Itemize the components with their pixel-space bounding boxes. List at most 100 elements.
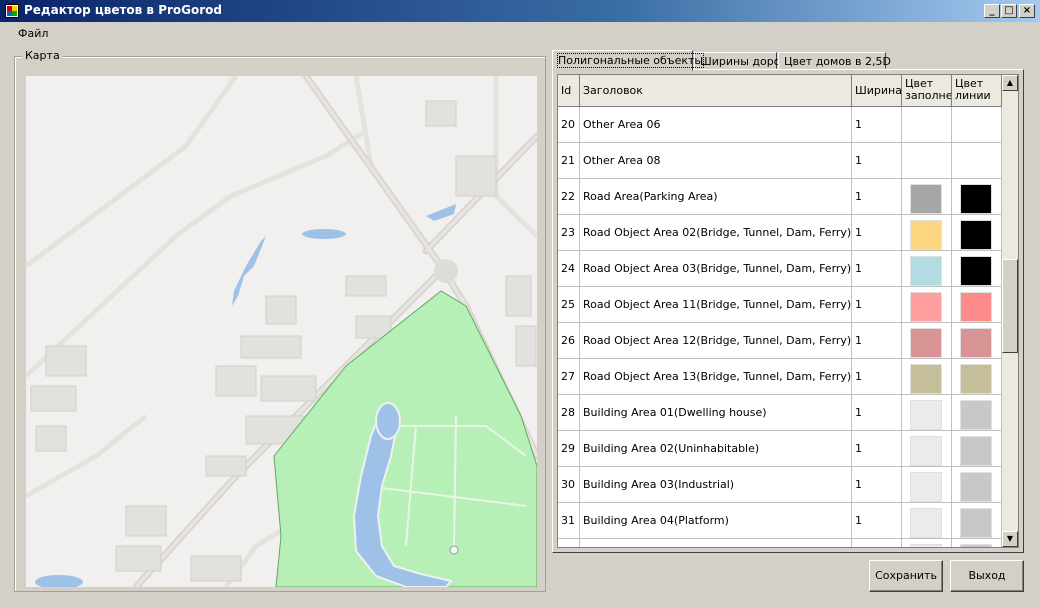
cell-title[interactable]: Road Object Area 11(Bridge, Tunnel, Dam,… xyxy=(580,287,852,323)
line-color-swatch[interactable] xyxy=(960,328,992,358)
table-row[interactable] xyxy=(558,539,1002,547)
scroll-down-icon[interactable]: ▼ xyxy=(1002,531,1018,547)
line-color-swatch[interactable] xyxy=(960,184,992,214)
table-row[interactable]: 21 Other Area 08 1 xyxy=(558,143,1002,179)
tab-house-colors-25d[interactable]: Цвет домов в 2,5D xyxy=(778,52,891,69)
table-row[interactable]: 24 Road Object Area 03(Bridge, Tunnel, Da… xyxy=(558,251,1002,287)
header-id[interactable]: Id xyxy=(558,75,580,107)
cell-width[interactable]: 1 xyxy=(852,107,902,143)
cell-width[interactable] xyxy=(852,539,902,547)
line-color-swatch[interactable] xyxy=(960,292,992,322)
cell-width[interactable]: 1 xyxy=(852,251,902,287)
map-view[interactable] xyxy=(26,76,537,587)
table-row[interactable]: 23 Road Object Area 02(Bridge, Tunnel, Da… xyxy=(558,215,1002,251)
scroll-up-icon[interactable]: ▲ xyxy=(1002,75,1018,91)
cell-title[interactable]: Road Object Area 13(Bridge, Tunnel, Dam,… xyxy=(580,359,852,395)
tab-road-widths[interactable]: Ширины дорог xyxy=(694,52,786,69)
cell-id[interactable]: 23 xyxy=(558,215,580,251)
cell-fill-color[interactable] xyxy=(902,107,952,143)
cell-title[interactable]: Building Area 03(Industrial) xyxy=(580,467,852,503)
cell-id[interactable]: 28 xyxy=(558,395,580,431)
cell-fill-color[interactable] xyxy=(902,323,952,359)
fill-color-swatch[interactable] xyxy=(910,256,942,286)
fill-color-swatch[interactable] xyxy=(910,220,942,250)
table-row[interactable]: 25 Road Object Area 11(Bridge, Tunnel, Da… xyxy=(558,287,1002,323)
table-row[interactable]: 22 Road Area(Parking Area) 1 xyxy=(558,179,1002,215)
cell-title[interactable]: Other Area 06 xyxy=(580,107,852,143)
cell-id[interactable]: 25 xyxy=(558,287,580,323)
cell-width[interactable]: 1 xyxy=(852,287,902,323)
cell-id[interactable] xyxy=(558,539,580,547)
cell-title[interactable]: Road Object Area 03(Bridge, Tunnel, Dam,… xyxy=(580,251,852,287)
cell-fill-color[interactable] xyxy=(902,539,952,547)
cell-id[interactable]: 26 xyxy=(558,323,580,359)
cell-line-color[interactable] xyxy=(952,215,1002,251)
table-row[interactable]: 29 Building Area 02(Uninhabitable) 1 xyxy=(558,431,1002,467)
fill-color-swatch[interactable] xyxy=(910,508,942,538)
cell-line-color[interactable] xyxy=(952,431,1002,467)
minimize-button[interactable]: _ xyxy=(984,4,1000,18)
table-row[interactable]: 20 Other Area 06 1 xyxy=(558,107,1002,143)
tab-polygon-objects[interactable]: Полигональные объекты xyxy=(552,50,705,71)
cell-id[interactable]: 21 xyxy=(558,143,580,179)
cell-title[interactable] xyxy=(580,539,852,547)
fill-color-swatch[interactable] xyxy=(910,184,942,214)
header-line-color[interactable]: Цвет линии xyxy=(952,75,1002,107)
cell-title[interactable]: Other Area 08 xyxy=(580,143,852,179)
cell-fill-color[interactable] xyxy=(902,143,952,179)
cell-line-color[interactable] xyxy=(952,323,1002,359)
maximize-button[interactable]: □ xyxy=(1001,4,1017,18)
exit-button[interactable]: Выход xyxy=(950,560,1024,592)
line-color-swatch[interactable] xyxy=(960,400,992,430)
cell-id[interactable]: 30 xyxy=(558,467,580,503)
menu-file[interactable]: Файл xyxy=(18,27,48,40)
cell-line-color[interactable] xyxy=(952,395,1002,431)
header-fill-color[interactable]: Цвет заполне xyxy=(902,75,952,107)
cell-fill-color[interactable] xyxy=(902,179,952,215)
close-button[interactable]: × xyxy=(1019,4,1035,18)
fill-color-swatch[interactable] xyxy=(910,292,942,322)
header-width[interactable]: Ширина xyxy=(852,75,902,107)
line-color-swatch[interactable] xyxy=(960,436,992,466)
cell-title[interactable]: Road Object Area 12(Bridge, Tunnel, Dam,… xyxy=(580,323,852,359)
vertical-scrollbar[interactable]: ▲ ▼ xyxy=(1002,75,1018,547)
table-row[interactable]: 31 Building Area 04(Platform) 1 xyxy=(558,503,1002,539)
polygon-grid[interactable]: Id Заголовок Ширина Цвет заполне Цвет ли… xyxy=(557,74,1019,548)
cell-line-color[interactable] xyxy=(952,539,1002,547)
fill-color-swatch[interactable] xyxy=(910,544,942,547)
cell-fill-color[interactable] xyxy=(902,395,952,431)
cell-id[interactable]: 31 xyxy=(558,503,580,539)
cell-title[interactable]: Road Object Area 02(Bridge, Tunnel, Dam,… xyxy=(580,215,852,251)
cell-fill-color[interactable] xyxy=(902,215,952,251)
cell-fill-color[interactable] xyxy=(902,431,952,467)
fill-color-swatch[interactable] xyxy=(910,400,942,430)
cell-width[interactable]: 1 xyxy=(852,503,902,539)
cell-line-color[interactable] xyxy=(952,467,1002,503)
cell-line-color[interactable] xyxy=(952,251,1002,287)
cell-id[interactable]: 24 xyxy=(558,251,580,287)
cell-title[interactable]: Building Area 04(Platform) xyxy=(580,503,852,539)
cell-fill-color[interactable] xyxy=(902,251,952,287)
cell-line-color[interactable] xyxy=(952,179,1002,215)
cell-title[interactable]: Road Area(Parking Area) xyxy=(580,179,852,215)
cell-width[interactable]: 1 xyxy=(852,143,902,179)
cell-width[interactable]: 1 xyxy=(852,467,902,503)
fill-color-swatch[interactable] xyxy=(910,364,942,394)
table-row[interactable]: 27 Road Object Area 13(Bridge, Tunnel, Da… xyxy=(558,359,1002,395)
cell-width[interactable]: 1 xyxy=(852,179,902,215)
cell-line-color[interactable] xyxy=(952,143,1002,179)
cell-width[interactable]: 1 xyxy=(852,395,902,431)
fill-color-swatch[interactable] xyxy=(910,436,942,466)
line-color-swatch[interactable] xyxy=(960,256,992,286)
cell-line-color[interactable] xyxy=(952,503,1002,539)
cell-id[interactable]: 27 xyxy=(558,359,580,395)
cell-width[interactable]: 1 xyxy=(852,359,902,395)
cell-fill-color[interactable] xyxy=(902,503,952,539)
cell-id[interactable]: 22 xyxy=(558,179,580,215)
line-color-swatch[interactable] xyxy=(960,220,992,250)
cell-width[interactable]: 1 xyxy=(852,323,902,359)
line-color-swatch[interactable] xyxy=(960,544,992,547)
table-row[interactable]: 30 Building Area 03(Industrial) 1 xyxy=(558,467,1002,503)
cell-title[interactable]: Building Area 01(Dwelling house) xyxy=(580,395,852,431)
cell-width[interactable]: 1 xyxy=(852,431,902,467)
